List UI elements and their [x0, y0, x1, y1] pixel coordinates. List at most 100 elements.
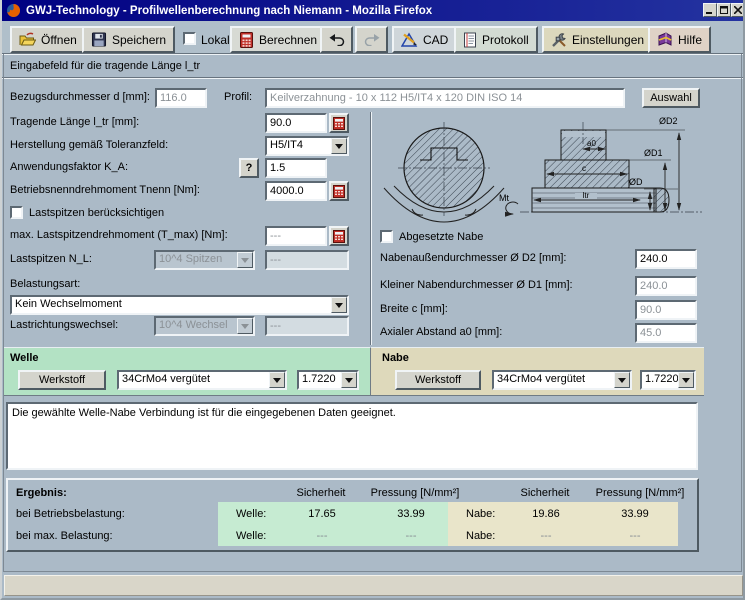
hub-material-number-value: 1.7220: [642, 372, 678, 388]
profile-label: Profil:: [224, 91, 252, 103]
dim-a0-label: a0: [587, 139, 596, 148]
shaft-safety-value: ---: [292, 530, 352, 542]
shaft-row-label: Welle:: [236, 508, 266, 520]
message-text: Die gewählte Welle-Nabe Verbindung ist f…: [12, 407, 396, 419]
toolbar: Öffnen Speichern Lokal Berechnen: [2, 21, 745, 53]
load-reversals-unit-dropdown[interactable]: 10^4 Wechsel: [154, 316, 255, 336]
help-button[interactable]: Hilfe: [648, 26, 711, 53]
redo-icon: [364, 33, 380, 46]
local-checkbox[interactable]: [183, 32, 196, 45]
application-factor-field[interactable]: [265, 158, 327, 178]
ref-diameter-label: Bezugsdurchmesser d [mm]:: [10, 91, 150, 103]
status-bar: [4, 575, 743, 596]
hub-outer-diameter-label: Nabenaußendurchmesser Ø D2 [mm]:: [380, 252, 566, 264]
page-bottom-border: [3, 571, 742, 572]
hub-small-diameter-field[interactable]: [635, 276, 697, 296]
section-header-title: Eingabefeld für die tragende Länge l_tr: [10, 60, 200, 72]
calculate-label: Berechnen: [259, 33, 317, 47]
open-label: Öffnen: [41, 33, 77, 47]
max-peak-torque-field[interactable]: [265, 226, 327, 246]
max-peak-torque-calc-button[interactable]: [329, 226, 349, 246]
help-label: Hilfe: [678, 33, 702, 47]
load-type-label: Belastungsart:: [10, 278, 80, 290]
load-peaks-checkbox[interactable]: [10, 206, 23, 219]
hub-axial-distance-field[interactable]: [635, 323, 697, 343]
dropdown-arrow-icon: [237, 252, 253, 268]
dropdown-arrow-icon[interactable]: [331, 297, 347, 313]
load-peaks-checkbox-label: Lastspitzen berücksichtigen: [29, 207, 164, 219]
settings-label: Einstellungen: [572, 33, 644, 47]
firefox-icon: [6, 3, 21, 18]
open-button[interactable]: Öffnen: [10, 26, 86, 53]
load-type-dropdown[interactable]: Kein Wechselmoment: [10, 295, 349, 315]
protocol-document-icon: [463, 32, 477, 48]
load-peaks-unit-value: 10^4 Spitzen: [156, 252, 237, 268]
hub-row-label: Nabe:: [466, 530, 495, 542]
dropdown-arrow-icon[interactable]: [331, 138, 347, 154]
load-peaks-field[interactable]: [265, 250, 349, 270]
dropdown-arrow-icon: [237, 318, 253, 334]
page-right-border: [741, 54, 742, 571]
hub-material-number-dropdown[interactable]: 1.7220: [640, 370, 696, 390]
message-box[interactable]: Die gewählte Welle-Nabe Verbindung ist f…: [6, 402, 698, 470]
dropdown-arrow-icon[interactable]: [341, 372, 357, 388]
load-peaks-label: Lastspitzen N_L:: [10, 253, 92, 265]
profile-select-label: Auswahl: [650, 92, 692, 104]
calculate-button[interactable]: Berechnen: [230, 26, 326, 53]
shaft-material-value: 34CrMo4 vergütet: [119, 372, 269, 388]
protocol-button[interactable]: Protokoll: [454, 26, 538, 53]
nominal-torque-label: Betriebsnenndrehmoment Tnenn [Nm]:: [10, 184, 200, 196]
dim-c-label: c: [582, 164, 586, 173]
profile-field[interactable]: [265, 88, 625, 108]
hub-pressure-value: 33.99: [600, 508, 670, 520]
redo-button[interactable]: [355, 26, 388, 53]
nominal-torque-calc-button[interactable]: [329, 181, 349, 201]
shaft-pressure-value: ---: [376, 530, 446, 542]
dropdown-arrow-icon[interactable]: [678, 372, 694, 388]
cad-button[interactable]: CAD: [392, 26, 457, 53]
shaft-row-label: Welle:: [236, 530, 266, 542]
local-checkbox-label: Lokal: [201, 33, 230, 47]
application-factor-help-button[interactable]: ?: [239, 158, 259, 178]
application-window: GWJ-Technology - Profilwellenberechnung …: [0, 0, 745, 600]
supporting-length-field[interactable]: [265, 113, 327, 133]
maximize-icon: [720, 6, 728, 14]
shaft-material-button[interactable]: Werkstoff: [18, 370, 106, 390]
stepped-hub-checkbox[interactable]: [380, 230, 393, 243]
undo-icon: [329, 33, 345, 46]
load-peaks-unit-dropdown[interactable]: 10^4 Spitzen: [154, 250, 255, 270]
titlebar: GWJ-Technology - Profilwellenberechnung …: [2, 0, 745, 21]
stepped-hub-checkbox-label: Abgesetzte Nabe: [399, 231, 483, 243]
tolerance-dropdown[interactable]: H5/IT4: [265, 136, 349, 156]
dropdown-arrow-icon[interactable]: [614, 372, 630, 388]
nominal-torque-field[interactable]: [265, 181, 327, 201]
hub-material-dropdown[interactable]: 34CrMo4 vergütet: [492, 370, 632, 390]
tolerance-value: H5/IT4: [267, 138, 331, 154]
supporting-length-calc-button[interactable]: [329, 113, 349, 133]
shaft-material-number-dropdown[interactable]: 1.7220: [297, 370, 359, 390]
dropdown-arrow-icon[interactable]: [269, 372, 285, 388]
hub-safety-value: ---: [516, 530, 576, 542]
minimize-icon: [706, 6, 714, 14]
settings-button[interactable]: Einstellungen: [542, 26, 653, 53]
dim-mt-label: Mt: [499, 193, 509, 203]
load-reversals-field[interactable]: [265, 316, 349, 336]
ref-diameter-field[interactable]: [155, 88, 207, 108]
close-button[interactable]: [731, 3, 745, 17]
maximize-button[interactable]: [717, 3, 731, 17]
minimize-button[interactable]: [703, 3, 717, 17]
hub-outer-diameter-field[interactable]: [635, 249, 697, 269]
shaft-material-number-value: 1.7220: [299, 372, 341, 388]
save-button[interactable]: Speichern: [82, 26, 175, 53]
question-mark-icon: ?: [246, 162, 253, 174]
hub-material-button[interactable]: Werkstoff: [395, 370, 481, 390]
hub-width-field[interactable]: [635, 300, 697, 320]
dim-ltr-label: ltr: [583, 191, 590, 200]
shaft-material-dropdown[interactable]: 34CrMo4 vergütet: [117, 370, 287, 390]
technical-drawing: a0 c ltr ØD2 ØD1 ØD Mt: [382, 108, 707, 228]
profile-select-button[interactable]: Auswahl: [642, 88, 700, 108]
undo-button[interactable]: [320, 26, 353, 53]
shaft-pressure-value: 33.99: [376, 508, 446, 520]
load-reversals-label: Lastrichtungswechsel:: [10, 319, 118, 331]
load-reversals-unit-value: 10^4 Wechsel: [156, 318, 237, 334]
